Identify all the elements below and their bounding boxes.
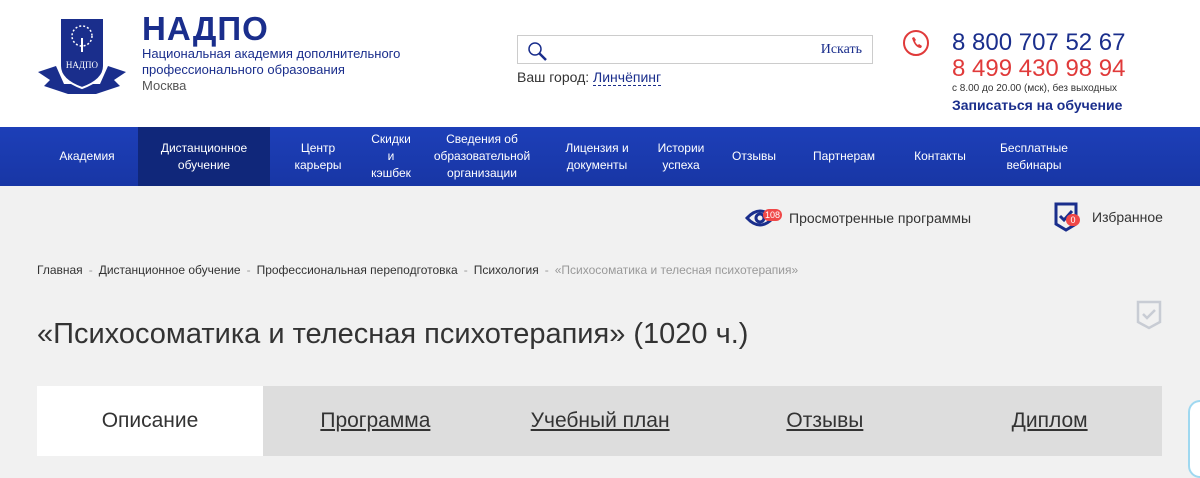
tab-reviews[interactable]: Отзывы	[713, 386, 938, 456]
nav-license[interactable]: Лицензия и документы	[548, 127, 646, 186]
crumb-home[interactable]: Главная	[37, 263, 83, 277]
crumb-current: «Психосоматика и телесная психотерапия»	[554, 263, 799, 277]
program-tabs: Описание Программа Учебный план Отзывы Д…	[37, 386, 1162, 456]
breadcrumb: Главная - Дистанционное обучение - Профессио…	[37, 263, 799, 277]
fav-label: Избранное	[1092, 209, 1163, 225]
nav-distance[interactable]: Дистанционное обучение	[138, 127, 270, 186]
brand-city: Москва	[142, 78, 187, 93]
city-label: Ваш город:	[517, 69, 590, 85]
brand-name: НАДПО	[142, 10, 269, 47]
header: НАДПО НАДПО Национальная академия дополн…	[0, 0, 1200, 127]
nav-info[interactable]: Сведения об образовательной организации	[416, 127, 548, 186]
favorites[interactable]: 0 Избранное	[1054, 202, 1163, 232]
enroll-link[interactable]: Записаться на обучение	[952, 97, 1182, 113]
phone-icon	[903, 30, 929, 56]
main-nav: Академия Дистанционное обучение Центр ка…	[0, 127, 1200, 186]
page-title: «Психосоматика и телесная психотерапия» …	[37, 318, 749, 350]
nav-stories[interactable]: Истории успеха	[646, 127, 716, 186]
tab-diploma[interactable]: Диплом	[937, 386, 1162, 456]
nav-contacts[interactable]: Контакты	[896, 127, 984, 186]
nav-partners[interactable]: Партнерам	[792, 127, 896, 186]
tab-curriculum[interactable]: Учебный план	[488, 386, 713, 456]
viewed-programs[interactable]: 108 Просмотренные программы	[744, 206, 972, 230]
brand-subtitle-1: Национальная академия дополнительного	[142, 46, 401, 61]
phone-1[interactable]: 8 800 707 52 67	[952, 30, 1182, 56]
search-icon	[528, 42, 547, 61]
viewed-count-badge: 108	[763, 209, 783, 221]
crumb-psychology[interactable]: Психология	[474, 263, 539, 277]
nav-discounts[interactable]: Скидки и кэшбек	[366, 127, 416, 186]
phone-2[interactable]: 8 499 430 98 94	[952, 56, 1182, 82]
fav-count-badge: 0	[1066, 214, 1080, 226]
tab-program[interactable]: Программа	[263, 386, 488, 456]
search-input[interactable]: Искать	[517, 35, 873, 64]
logo[interactable]: НАДПО	[36, 14, 128, 100]
nav-academy[interactable]: Академия	[36, 127, 138, 186]
search-button[interactable]: Искать	[821, 42, 862, 58]
work-hours: с 8.00 до 20.00 (мск), без выходных	[952, 83, 1118, 94]
nav-career[interactable]: Центр карьеры	[270, 127, 366, 186]
nav-webinars[interactable]: Бесплатные вебинары	[984, 127, 1084, 186]
crumb-retraining[interactable]: Профессиональная переподготовка	[257, 263, 458, 277]
logo-text: НАДПО	[66, 60, 99, 70]
nav-reviews[interactable]: Отзывы	[716, 127, 792, 186]
brand-subtitle-2: профессионального образования	[142, 62, 345, 77]
tab-description[interactable]: Описание	[37, 386, 263, 456]
viewed-label: Просмотренные программы	[789, 210, 972, 226]
crumb-distance[interactable]: Дистанционное обучение	[99, 263, 241, 277]
city-link[interactable]: Линчёпинг	[593, 69, 662, 86]
chat-widget-button[interactable]	[1188, 400, 1200, 478]
add-to-favorites-icon[interactable]	[1136, 300, 1162, 330]
